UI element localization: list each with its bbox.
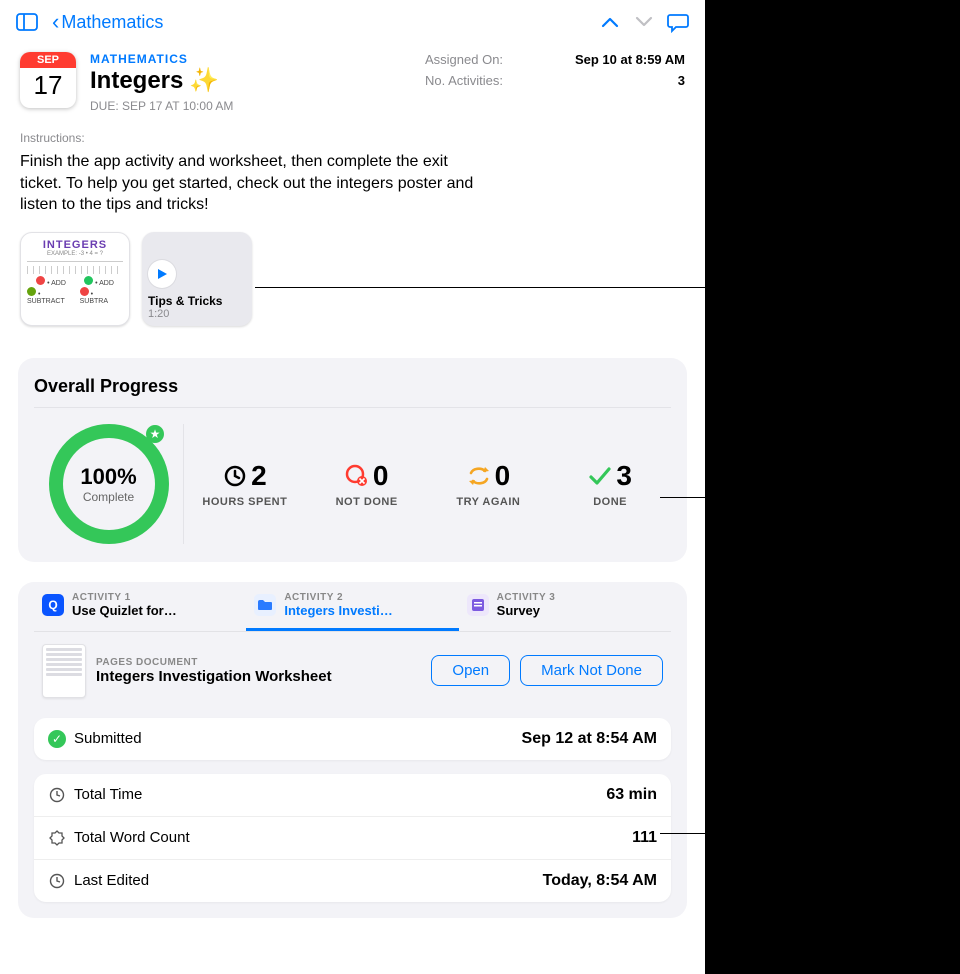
activity-details: Total Time 63 min Total Word Count 111 [34, 774, 671, 902]
total-time-value: 63 min [606, 786, 657, 804]
chevron-left-icon: ‹ [52, 9, 59, 35]
total-time-label: Total Time [74, 786, 142, 803]
progress-card: Overall Progress ★ 100% Complete [18, 358, 687, 562]
calendar-day: 17 [34, 68, 63, 101]
progress-complete-label: Complete [80, 490, 136, 504]
submitted-value: Sep 12 at 8:54 AM [522, 730, 657, 748]
play-icon [148, 260, 176, 288]
word-count-label: Total Word Count [74, 829, 190, 846]
badge-mini-icon [48, 829, 66, 847]
tab-activity-2[interactable]: ACTIVITY 2 Integers Investi… [246, 582, 458, 631]
activity-card: Q ACTIVITY 1 Use Quizlet for… ACTIVITY 2… [18, 582, 687, 918]
progress-percent: 100% [80, 464, 136, 490]
open-button[interactable]: Open [431, 655, 510, 686]
tab-activity-1[interactable]: Q ACTIVITY 1 Use Quizlet for… [34, 582, 246, 631]
poster-title: INTEGERS [27, 239, 123, 251]
attachment-poster[interactable]: INTEGERS EXAMPLE: -3 • 4 = ? • ADD• ADD … [20, 232, 130, 326]
instructions-heading: Instructions: [0, 117, 705, 151]
clock-mini-icon [48, 786, 66, 804]
comment-button[interactable] [661, 5, 695, 39]
document-kind: PAGES DOCUMENT [96, 657, 421, 668]
due-label: DUE: SEP 17 AT 10:00 AM [90, 95, 411, 113]
sparkle-icon: ✨ [189, 66, 219, 95]
assignment-meta: Assigned On: Sep 10 at 8:59 AM No. Activ… [425, 52, 685, 113]
sidebar-toggle-icon[interactable] [10, 5, 44, 39]
clock-icon [223, 464, 247, 488]
submission-status: ✓ Submitted Sep 12 at 8:54 AM [34, 718, 671, 760]
activity-count-label: No. Activities: [425, 73, 535, 88]
stat-done: 3 DONE [549, 460, 671, 508]
stat-not-done: 0 NOT DONE [306, 460, 428, 508]
submitted-label: Submitted [74, 730, 142, 747]
not-done-icon [345, 464, 369, 488]
video-duration: 1:20 [148, 308, 246, 320]
folder-icon [254, 594, 276, 616]
checkmark-icon [588, 464, 612, 488]
attachment-video[interactable]: Tips & Tricks 1:20 [142, 232, 252, 326]
last-edited-label: Last Edited [74, 872, 149, 889]
progress-ring: 100% Complete [49, 424, 169, 544]
calendar-month: SEP [20, 52, 76, 68]
check-icon: ✓ [48, 730, 66, 748]
quizlet-icon: Q [42, 594, 64, 616]
word-count-value: 111 [632, 829, 657, 847]
callout-line [255, 287, 730, 288]
document-thumbnail [42, 644, 86, 698]
instructions-text: Finish the app activity and worksheet, t… [0, 151, 500, 216]
prev-button[interactable] [593, 5, 627, 39]
back-button[interactable]: ‹ Mathematics [52, 9, 163, 35]
assigned-on-value: Sep 10 at 8:59 AM [555, 52, 685, 67]
tab-activity-3[interactable]: ACTIVITY 3 Survey [459, 582, 671, 631]
back-label: Mathematics [61, 12, 163, 33]
document-title: Integers Investigation Worksheet [96, 668, 421, 685]
next-button[interactable] [627, 5, 661, 39]
callout-line [660, 497, 733, 498]
annotation-margin [705, 0, 960, 974]
subject-label: MATHEMATICS [90, 52, 411, 66]
mark-not-done-button[interactable]: Mark Not Done [520, 655, 663, 686]
video-title: Tips & Tricks [148, 294, 246, 308]
progress-heading: Overall Progress [34, 376, 671, 407]
stat-try-again: 0 TRY AGAIN [428, 460, 550, 508]
stat-hours: 2 HOURS SPENT [184, 460, 306, 508]
callout-line [660, 833, 733, 834]
last-edited-value: Today, 8:54 AM [543, 872, 657, 890]
assignment-title: Integers ✨ [90, 66, 411, 95]
survey-icon [467, 594, 489, 616]
activity-count-value: 3 [555, 73, 685, 88]
assigned-on-label: Assigned On: [425, 52, 535, 67]
retry-icon [467, 464, 491, 488]
calendar-chip: SEP 17 [20, 52, 76, 108]
clock-mini-icon-2 [48, 872, 66, 890]
